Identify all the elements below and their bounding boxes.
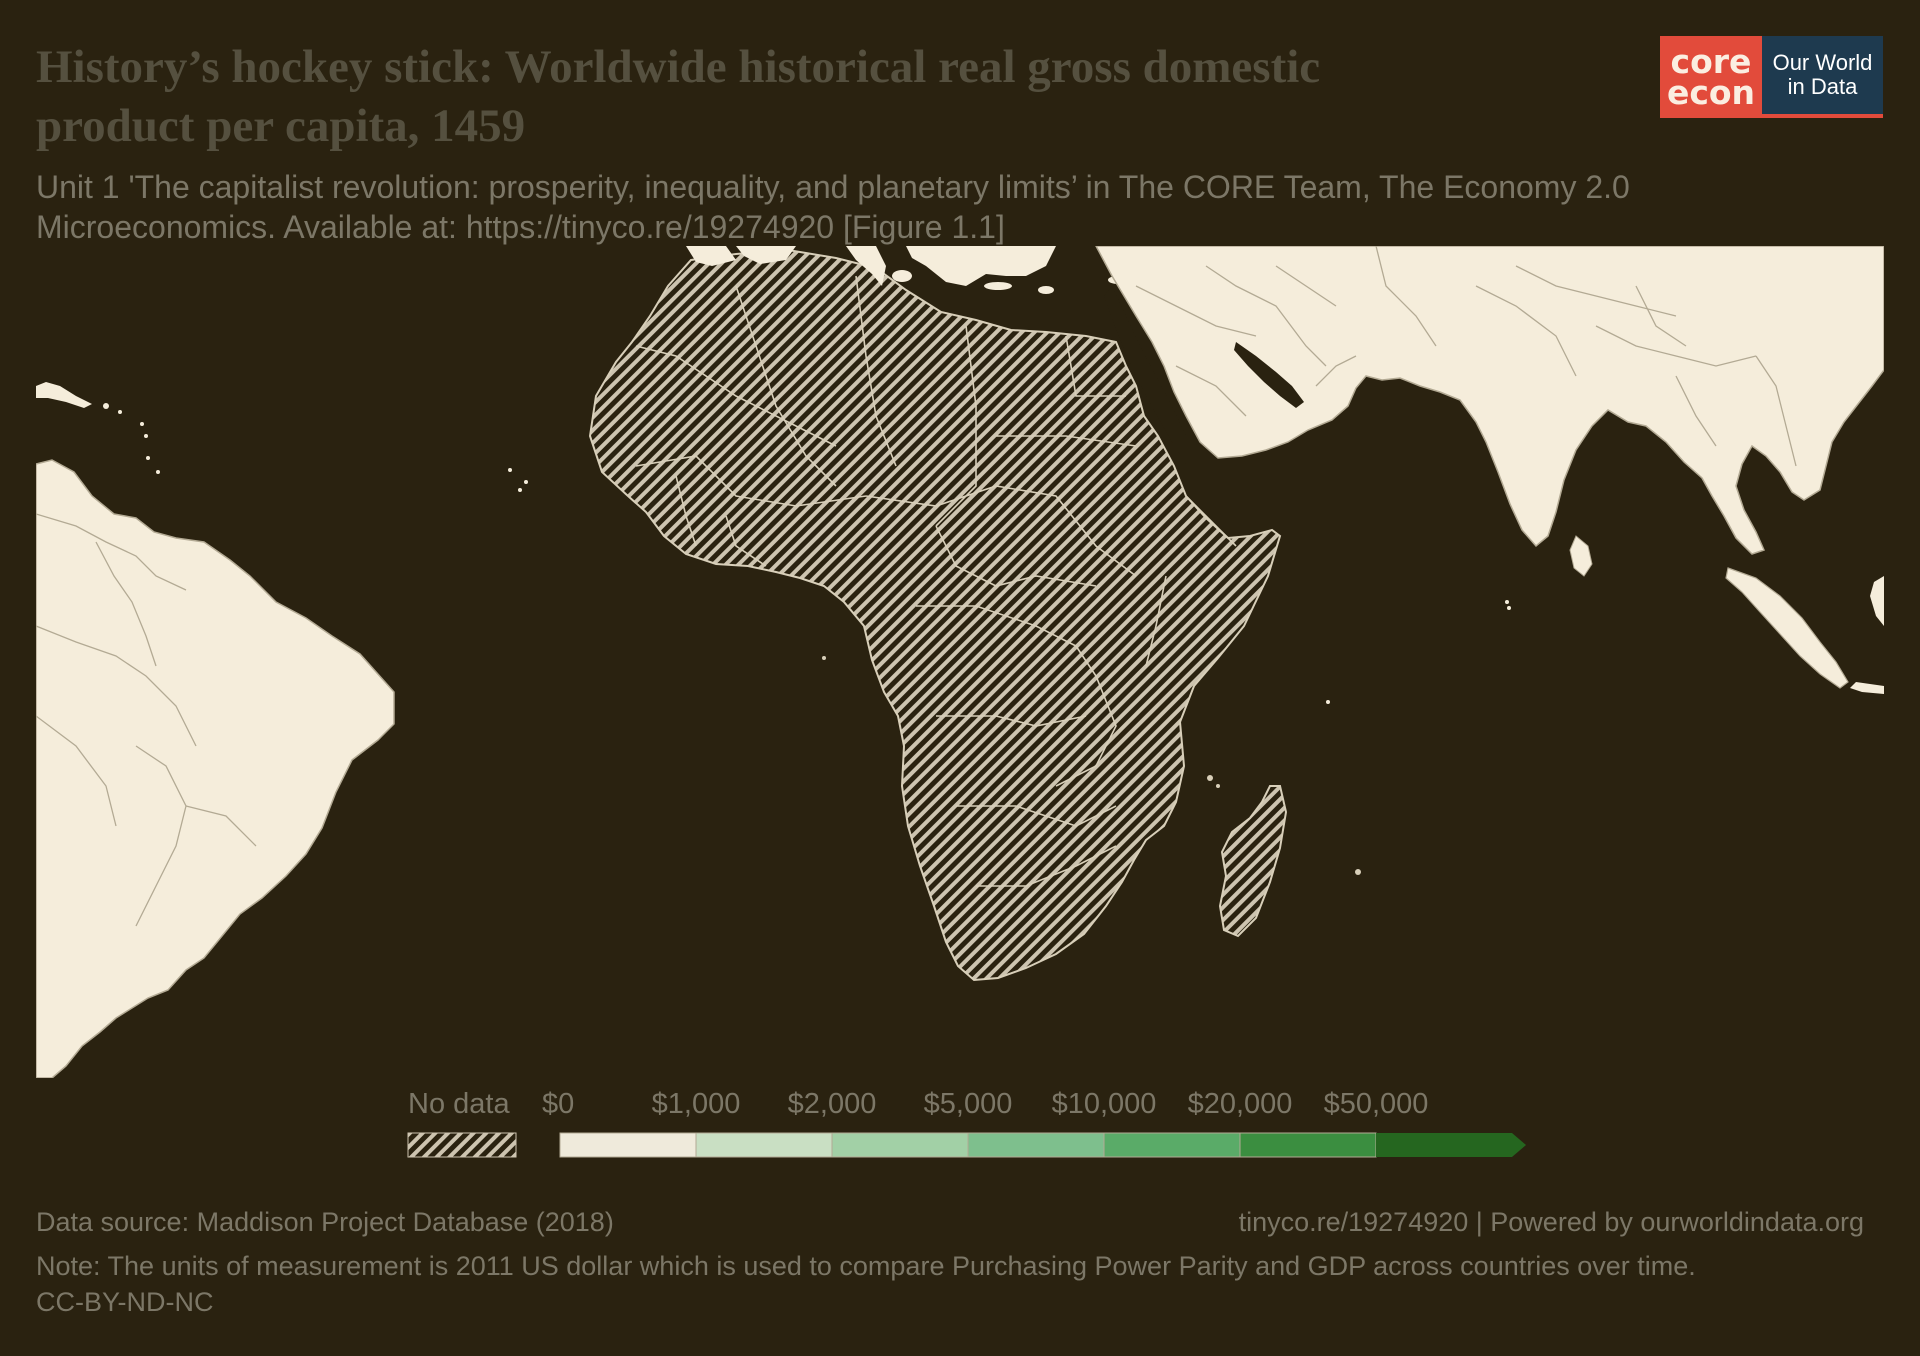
legend-color-bin[interactable] (695, 1132, 833, 1158)
legend-bin-label: $2,000 (787, 1088, 877, 1120)
legend-color-bin[interactable] (1239, 1132, 1377, 1158)
legend-bin-label: $1,000 (651, 1088, 741, 1120)
legend-bin-label: $10,000 (1051, 1088, 1157, 1120)
legend-color-bin[interactable] (559, 1132, 697, 1158)
legend-bin-label: $50,000 (1323, 1088, 1429, 1120)
legend-bin-label: $0 (542, 1088, 575, 1120)
data-source: Data source: Maddison Project Database (… (36, 1207, 614, 1237)
footer-link[interactable]: tinyco.re/19274920 | Powered by ourworld… (1239, 1204, 1864, 1240)
legend-color-bin[interactable] (967, 1132, 1105, 1158)
license: CC-BY-ND-NC (36, 1287, 214, 1317)
legend-bin-label: $20,000 (1187, 1088, 1293, 1120)
legend (407, 1132, 1526, 1158)
legend-color-bin[interactable] (1103, 1132, 1241, 1158)
legend-color-bin[interactable] (1376, 1133, 1526, 1157)
footer-note: Note: The units of measurement is 2011 U… (36, 1251, 1696, 1281)
legend-bin-label: $5,000 (923, 1088, 1013, 1120)
legend-no-data-label: No data (408, 1088, 510, 1120)
legend-color-bin[interactable] (831, 1132, 969, 1158)
legend-no-data-swatch[interactable] (407, 1132, 517, 1158)
